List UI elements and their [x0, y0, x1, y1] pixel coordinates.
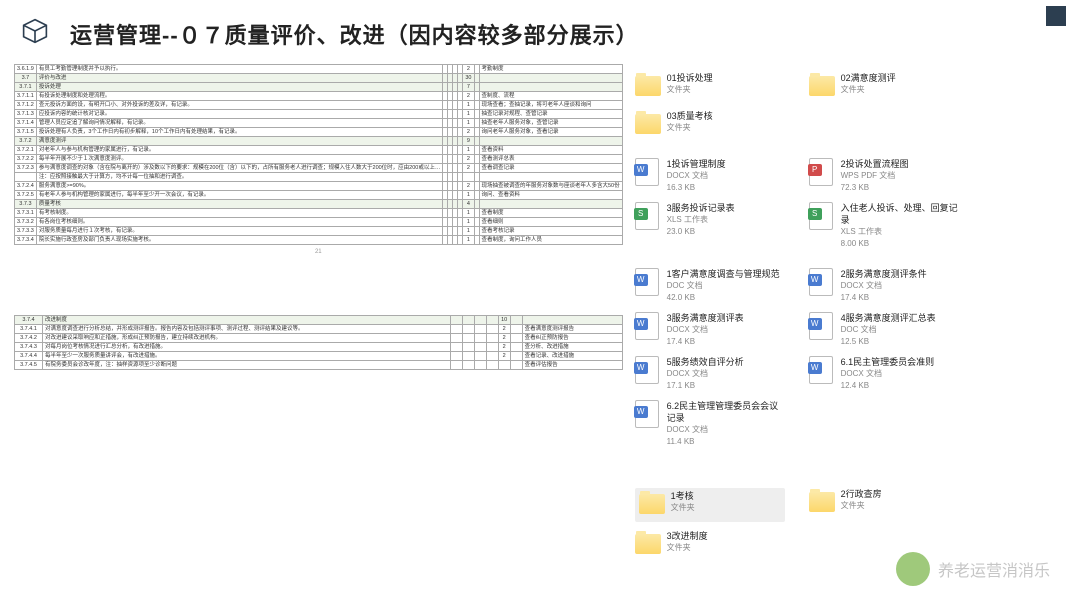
table-row: 3.7.4.5有院务委员会诊改年度，注：抽样资源项至少诊断问题查看评估报告	[15, 361, 623, 370]
table-row: 3.7.4.3对每月岗位考核情况进行汇总分析，有改进措施。2查分析、改进措施	[15, 343, 623, 352]
table-row: 注：应按照接触最大于计算方，均不计每一位抽和进行调查。	[15, 173, 623, 182]
file-info: 03质量考核文件夹	[667, 110, 713, 134]
file-info: 2投诉处置流程图WPS PDF 文档72.3 KB	[841, 158, 909, 194]
document-icon: W	[635, 312, 661, 342]
table-row: 3.7.1.2查元投诉方面的设，有明开口小、对外投诉的差及详，有记录。1现场查看…	[15, 101, 623, 110]
folder-icon	[809, 488, 835, 518]
table-row: 3.7评价与改进30	[15, 74, 623, 83]
file-item[interactable]: W2服务满意度测评条件DOCX 文档17.4 KB	[809, 268, 959, 304]
file-item[interactable]: P2投诉处置流程图WPS PDF 文档72.3 KB	[809, 158, 959, 194]
folder-item[interactable]: 02满意度测评文件夹	[809, 72, 959, 102]
file-item[interactable]: S3服务投诉记录表XLS 工作表23.0 KB	[635, 202, 785, 250]
folder-item[interactable]: 3改进制度文件夹	[635, 530, 785, 560]
table-row: 3.6.1.9有员工考勤管理制度并予以执行。2考勤制度	[15, 65, 623, 74]
document-icon: P	[809, 158, 835, 188]
table-row: 3.7.4改进制度10	[15, 316, 623, 325]
file-info: 6.2民主管理管理委员会会议记录DOCX 文档11.4 KB	[667, 400, 785, 448]
table-row: 3.7.2.2每半年开展不少于１次满意度测评。2查看测评总表	[15, 155, 623, 164]
document-icon: W	[635, 400, 661, 430]
folder-item[interactable]: 2行政查房文件夹	[809, 488, 959, 522]
document-icon: W	[635, 356, 661, 386]
folder-icon	[639, 490, 665, 520]
folder-icon	[809, 72, 835, 102]
doc-group-1: W1投诉管理制度DOCX 文档16.3 KB P2投诉处置流程图WPS PDF 文…	[635, 158, 1066, 250]
file-info: 5服务绩效自评分析DOCX 文档17.1 KB	[667, 356, 744, 392]
document-icon: W	[635, 158, 661, 188]
table-row: 3.7.3.1有考核制度。1查看制度	[15, 209, 623, 218]
table-row: 3.7.2.4服务满意度>=90%。2现场抽查被调查的年服务对象数与座谈老年人多…	[15, 182, 623, 191]
file-item[interactable]: W1客户满意度调查与管理规范DOC 文档42.0 KB	[635, 268, 785, 304]
cube-icon	[22, 18, 48, 44]
file-item[interactable]: W5服务绩效自评分析DOCX 文档17.1 KB	[635, 356, 785, 392]
wechat-icon	[896, 552, 930, 586]
file-info: 3服务满意度测评表DOCX 文档17.4 KB	[667, 312, 744, 348]
file-item[interactable]: W4服务满意度测评汇总表DOC 文档12.5 KB	[809, 312, 959, 348]
file-info: 4服务满意度测评汇总表DOC 文档12.5 KB	[841, 312, 936, 348]
doc-group-2: W1客户满意度调查与管理规范DOC 文档42.0 KBW2服务满意度测评条件DO…	[635, 268, 1066, 448]
file-info: 02满意度测评文件夹	[841, 72, 896, 96]
file-item[interactable]: S入住老人投诉、处理、回复记录XLS 工作表8.00 KB	[809, 202, 959, 250]
folder-icon	[635, 530, 661, 560]
file-info: 入住老人投诉、处理、回复记录XLS 工作表8.00 KB	[841, 202, 959, 250]
file-item[interactable]: W1投诉管理制度DOCX 文档16.3 KB	[635, 158, 785, 194]
file-info: 3改进制度文件夹	[667, 530, 708, 554]
document-icon: W	[809, 268, 835, 298]
file-item[interactable]: W6.2民主管理管理委员会会议记录DOCX 文档11.4 KB	[635, 400, 785, 448]
file-info: 3服务投诉记录表XLS 工作表23.0 KB	[667, 202, 735, 238]
file-info: 2服务满意度测评条件DOCX 文档17.4 KB	[841, 268, 927, 304]
file-item[interactable]: W3服务满意度测评表DOCX 文档17.4 KB	[635, 312, 785, 348]
table-row: 3.7.3.4院长实施行政查房及部门负责人现场实施考核。1查看制度，询问工作人员	[15, 236, 623, 245]
table-row: 3.7.1投诉处理7	[15, 83, 623, 92]
page-title: 运营管理--０７质量评价、改进（因内容较多部分展示）	[70, 18, 1080, 50]
table-row: 3.7.1.4管理人员应定追了解询问情况解释，有记录。1抽查老年人服务对象，查管…	[15, 119, 623, 128]
document-icon: W	[635, 268, 661, 298]
table-row: 3.7.2.1对老年人与参与机构管理的家属进行，有记录。1查看资料	[15, 146, 623, 155]
document-icon: W	[809, 356, 835, 386]
table-1: 3.6.1.9有员工考勤管理制度并予以执行。2考勤制度3.7评价与改进303.7…	[14, 64, 623, 245]
folder-item[interactable]: 1考核文件夹	[635, 488, 785, 522]
file-info: 2行政查房文件夹	[841, 488, 882, 512]
folder-icon	[635, 110, 661, 140]
folder-item[interactable]: 01投诉处理文件夹	[635, 72, 785, 102]
table-row: 3.7.3质量考核4	[15, 200, 623, 209]
file-info: 1考核文件夹	[671, 490, 695, 514]
folder-item[interactable]: 03质量考核文件夹	[635, 110, 785, 140]
right-column: 01投诉处理文件夹02满意度测评文件夹03质量考核文件夹 W1投诉管理制度DOC…	[635, 64, 1066, 578]
table-2: 3.7.4改进制度103.7.4.1对满意度调查进行分析总结，并形成测评报告。报…	[14, 315, 623, 370]
table-row: 3.7.2.5有老年人参与机构管理的家属进行，每半年至少开一次会议，有记录。1询…	[15, 191, 623, 200]
file-info: 1投诉管理制度DOCX 文档16.3 KB	[667, 158, 726, 194]
file-info: 6.1民主管理委员会准则DOCX 文档12.4 KB	[841, 356, 935, 392]
file-info: 1客户满意度调查与管理规范DOC 文档42.0 KB	[667, 268, 780, 304]
table-row: 3.7.2满意度测评9	[15, 137, 623, 146]
document-icon: S	[809, 202, 835, 232]
table-row: 3.7.4.4每半年至少一次服务质量讲评会，有改进措施。2查看记录、改进措施	[15, 352, 623, 361]
file-item[interactable]: W6.1民主管理委员会准则DOCX 文档12.4 KB	[809, 356, 959, 392]
file-info: 01投诉处理文件夹	[667, 72, 713, 96]
page-number: 21	[14, 249, 623, 255]
left-column: 3.6.1.9有员工考勤管理制度并予以执行。2考勤制度3.7评价与改进303.7…	[14, 64, 623, 578]
folder-group-2: 1考核文件夹 2行政查房文件夹 3改进制度文件夹	[635, 488, 1066, 560]
table-row: 3.7.4.2对改进建议采取响应和正措施，形成纠正预防报告，建立持续改进机构。2…	[15, 334, 623, 343]
watermark: 养老运营消消乐	[896, 552, 1050, 586]
table-row: 3.7.1.1有投诉处理制度和处理流程。2查制度、流程	[15, 92, 623, 101]
table-row: 3.7.4.1对满意度调查进行分析总结，并形成测评报告。报告内容及包括测评事项、…	[15, 325, 623, 334]
table-row: 3.7.1.5投诉处理有人负责，3个工作日内有初步解释，10个工作日内有处理结果…	[15, 128, 623, 137]
table-row: 3.7.3.3对服务质量每月进行１次考核，有记录。1查看考核记录	[15, 227, 623, 236]
table-row: 3.7.2.3参与满意度调查的对象（含在院与离开的）涉及数以下的要求：规模在20…	[15, 164, 623, 173]
document-icon: W	[809, 312, 835, 342]
folder-icon	[635, 72, 661, 102]
document-icon: S	[635, 202, 661, 232]
folder-group-1: 01投诉处理文件夹 02满意度测评文件夹 03质量考核文件夹	[635, 72, 1066, 140]
table-row: 3.7.1.3应投诉内容的统计核对记录。1抽查记录对规程、查管记录	[15, 110, 623, 119]
watermark-text: 养老运营消消乐	[938, 557, 1050, 581]
corner-square-icon	[1046, 6, 1066, 26]
table-row: 3.7.3.2有各岗位考核细则。1查看细则	[15, 218, 623, 227]
